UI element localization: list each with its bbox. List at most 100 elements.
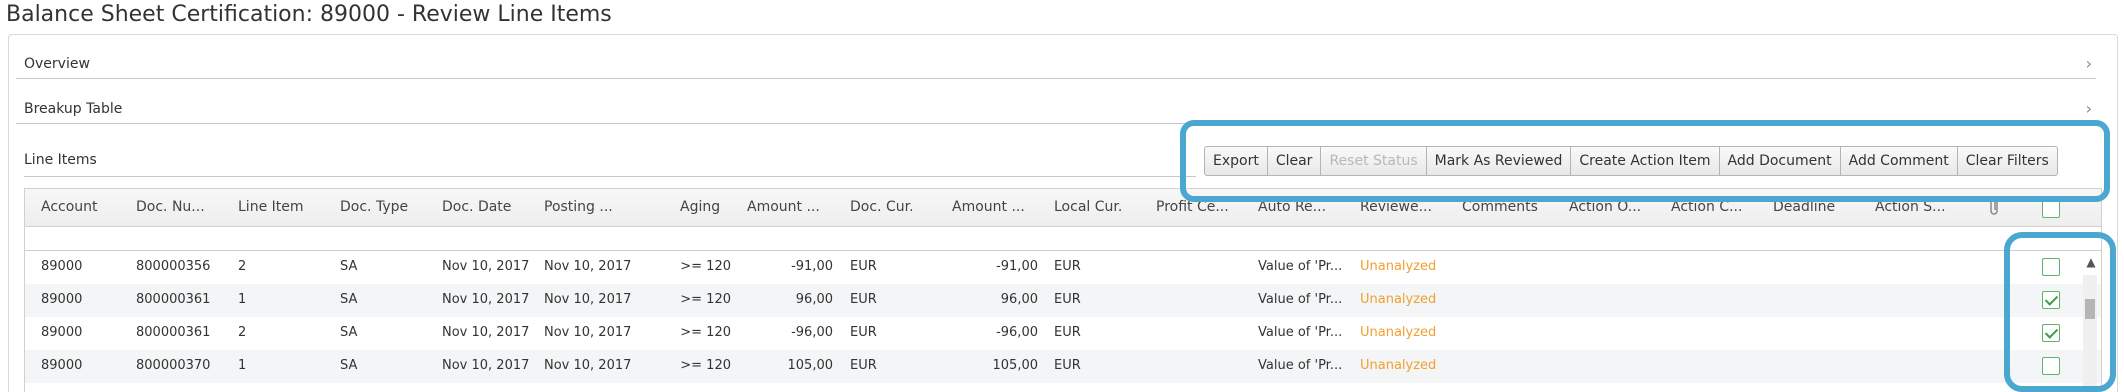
filter-row [25, 227, 2101, 251]
vertical-scrollbar[interactable] [2083, 275, 2097, 391]
cell-reviewed-status: Unanalyzed [1360, 292, 1437, 307]
cell-account: 89000 [41, 358, 83, 373]
column-header-amount-doc[interactable]: Amount ... [747, 199, 820, 215]
page-title: Balance Sheet Certification: 89000 - Rev… [6, 2, 612, 27]
section-overview[interactable]: Overview › [16, 45, 2096, 79]
cell-local-currency: EUR [1054, 292, 1081, 307]
cell-account: 89000 [41, 325, 83, 340]
cell-aging: >= 120 [680, 358, 731, 373]
cell-doc-date: Nov 10, 2017 [442, 292, 530, 307]
cell-aging: >= 120 [680, 292, 731, 307]
cell-amount-doc: -96,00 [791, 325, 833, 340]
add-comment-button[interactable]: Add Comment [1841, 147, 1958, 175]
select-all-checkbox[interactable] [2042, 200, 2060, 218]
clear-filters-button[interactable]: Clear Filters [1958, 147, 2057, 175]
cell-account: 89000 [41, 259, 83, 274]
cell-amount-local: -96,00 [996, 325, 1038, 340]
cell-auto-reviewed: Value of 'Pr... [1258, 358, 1343, 373]
row-select-checkbox[interactable] [2042, 291, 2060, 309]
cell-doc-currency: EUR [850, 325, 877, 340]
column-header-doc-date[interactable]: Doc. Date [442, 199, 511, 215]
cell-line-item: 1 [238, 358, 247, 373]
scrollbar-thumb[interactable] [2085, 299, 2095, 319]
cell-posting-date: Nov 10, 2017 [544, 292, 632, 307]
cell-local-currency: EUR [1054, 358, 1081, 373]
cell-doc-currency: EUR [850, 259, 877, 274]
column-header-profit-center[interactable]: Profit Ce... [1156, 199, 1229, 215]
column-header-auto-reviewed[interactable]: Auto Re... [1258, 199, 1326, 215]
table-row[interactable]: 89000 800000370 1 SA Nov 10, 2017 Nov 10… [25, 350, 2101, 383]
cell-doc-date: Nov 10, 2017 [442, 325, 530, 340]
line-items-grid: Account Doc. Nu... Line Item Doc. Type D… [24, 188, 2102, 392]
cell-amount-local: 105,00 [992, 358, 1039, 373]
cell-amount-local: 96,00 [1000, 292, 1038, 307]
mark-as-reviewed-button[interactable]: Mark As Reviewed [1427, 147, 1572, 175]
caret-up-icon[interactable]: ▲ [2081, 251, 2101, 273]
add-document-button[interactable]: Add Document [1720, 147, 1841, 175]
table-row[interactable]: 89000 800000356 2 SA Nov 10, 2017 Nov 10… [25, 251, 2101, 284]
column-header-local-currency[interactable]: Local Cur. [1054, 199, 1122, 215]
cell-line-item: 1 [238, 292, 247, 307]
cell-amount-doc: 96,00 [795, 292, 833, 307]
section-breakup-label: Breakup Table [24, 101, 123, 117]
column-header-posting-date[interactable]: Posting ... [544, 199, 613, 215]
paperclip-icon [1988, 195, 2002, 221]
chevron-right-icon[interactable]: › [2086, 101, 2092, 117]
cell-doc-number: 800000356 [136, 259, 211, 274]
section-breakup-table[interactable]: Breakup Table › [16, 90, 2096, 124]
section-line-items-label: Line Items [24, 152, 97, 168]
section-divider [24, 176, 1196, 177]
cell-doc-currency: EUR [850, 358, 877, 373]
create-action-item-button[interactable]: Create Action Item [1571, 147, 1720, 175]
cell-doc-currency: EUR [850, 292, 877, 307]
column-header-action-owner[interactable]: Action O... [1569, 199, 1641, 215]
cell-doc-number: 800000370 [136, 358, 211, 373]
row-select-checkbox[interactable] [2042, 258, 2060, 276]
cell-amount-doc: -91,00 [791, 259, 833, 274]
cell-posting-date: Nov 10, 2017 [544, 358, 632, 373]
column-header-amount-local[interactable]: Amount ... [952, 199, 1025, 215]
column-header-doc-currency[interactable]: Doc. Cur. [850, 199, 914, 215]
cell-aging: >= 120 [680, 259, 731, 274]
row-select-checkbox[interactable] [2042, 357, 2060, 375]
cell-amount-doc: 105,00 [787, 358, 834, 373]
grid-header: Account Doc. Nu... Line Item Doc. Type D… [25, 189, 2101, 227]
cell-doc-type: SA [340, 325, 358, 340]
cell-doc-type: SA [340, 259, 358, 274]
cell-local-currency: EUR [1054, 325, 1081, 340]
cell-auto-reviewed: Value of 'Pr... [1258, 259, 1343, 274]
column-header-aging[interactable]: Aging [680, 199, 720, 215]
line-items-toolbar: Export Clear Reset Status Mark As Review… [1204, 146, 2058, 176]
cell-amount-local: -91,00 [996, 259, 1038, 274]
cell-account: 89000 [41, 292, 83, 307]
chevron-right-icon[interactable]: › [2086, 56, 2092, 72]
cell-reviewed-status: Unanalyzed [1360, 358, 1437, 373]
section-overview-label: Overview [24, 56, 90, 72]
cell-doc-date: Nov 10, 2017 [442, 358, 530, 373]
cell-doc-date: Nov 10, 2017 [442, 259, 530, 274]
column-header-deadline[interactable]: Deadline [1773, 199, 1835, 215]
column-header-doc-number[interactable]: Doc. Nu... [136, 199, 205, 215]
column-header-reviewed[interactable]: Reviewe... [1360, 199, 1432, 215]
reset-status-button[interactable]: Reset Status [1321, 147, 1427, 175]
export-button[interactable]: Export [1205, 147, 1268, 175]
row-select-checkbox[interactable] [2042, 324, 2060, 342]
column-header-line-item[interactable]: Line Item [238, 199, 304, 215]
cell-reviewed-status: Unanalyzed [1360, 325, 1437, 340]
cell-line-item: 2 [238, 325, 247, 340]
column-header-account[interactable]: Account [41, 199, 98, 215]
column-header-comments[interactable]: Comments [1462, 199, 1538, 215]
clear-button[interactable]: Clear [1268, 147, 1322, 175]
cell-doc-number: 800000361 [136, 325, 211, 340]
cell-doc-type: SA [340, 292, 358, 307]
cell-auto-reviewed: Value of 'Pr... [1258, 325, 1343, 340]
cell-doc-type: SA [340, 358, 358, 373]
table-row[interactable]: 89000 800000361 2 SA Nov 10, 2017 Nov 10… [25, 317, 2101, 350]
column-header-doc-type[interactable]: Doc. Type [340, 199, 408, 215]
cell-aging: >= 120 [680, 325, 731, 340]
cell-line-item: 2 [238, 259, 247, 274]
cell-auto-reviewed: Value of 'Pr... [1258, 292, 1343, 307]
column-header-action-created[interactable]: Action C... [1671, 199, 1742, 215]
table-row[interactable]: 89000 800000361 1 SA Nov 10, 2017 Nov 10… [25, 284, 2101, 317]
column-header-action-status[interactable]: Action S... [1875, 199, 1946, 215]
